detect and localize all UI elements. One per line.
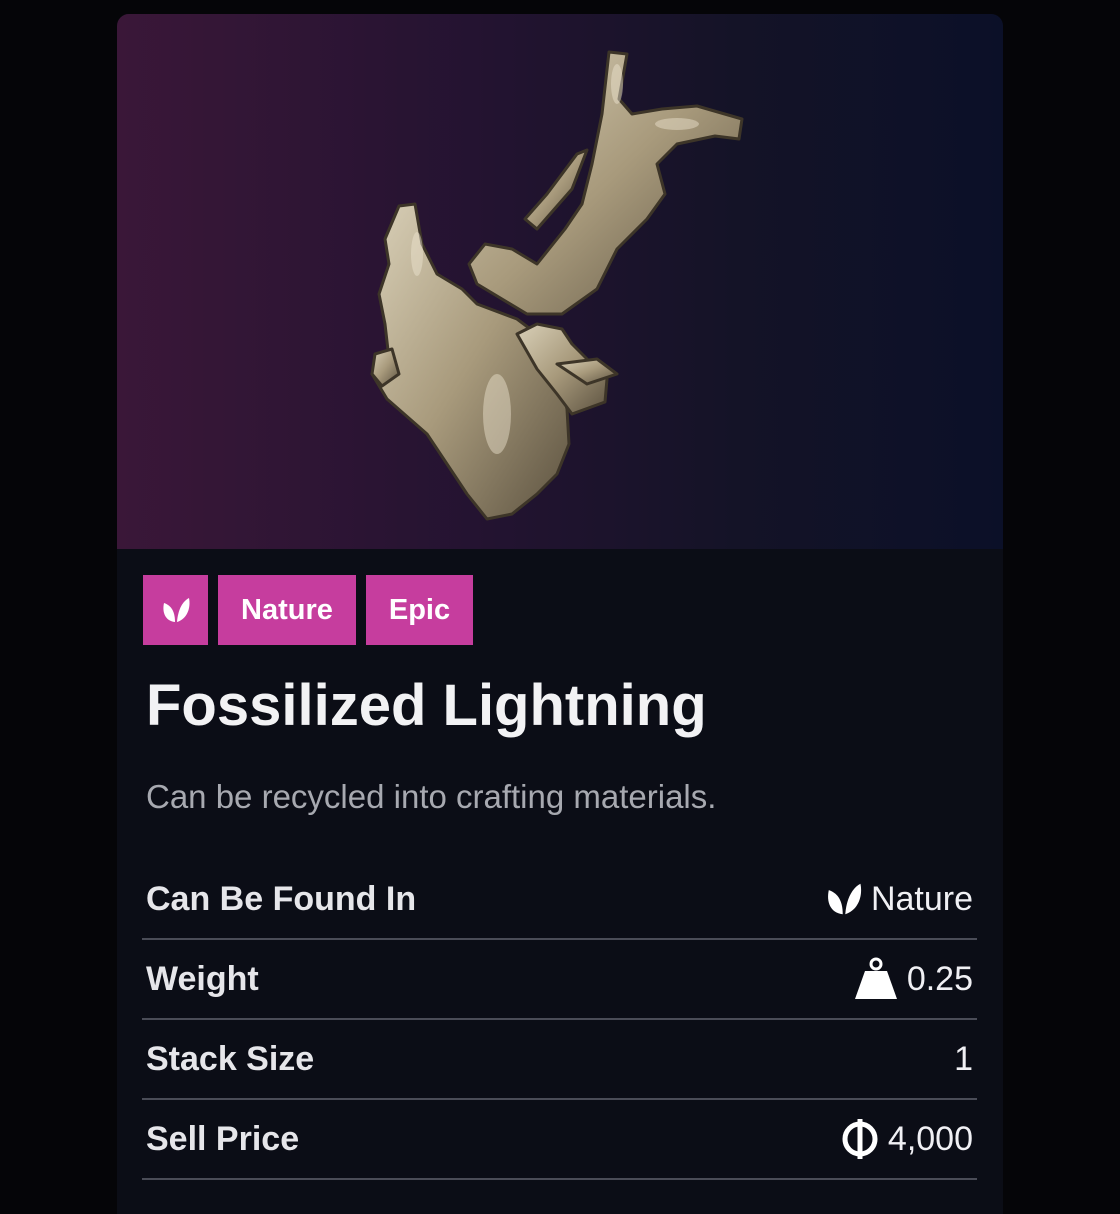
item-description: Can be recycled into crafting materials. <box>146 778 717 815</box>
fossilized-lightning-image <box>370 50 744 521</box>
stats-table: Can Be Found In Nature Weight 0.25 Stack… <box>142 860 977 1180</box>
stat-row-weight: Weight 0.25 <box>142 940 977 1020</box>
stat-label: Sell Price <box>146 1119 300 1158</box>
item-title: Fossilized Lightning <box>146 673 707 738</box>
item-hero <box>117 14 1003 549</box>
stat-row-stack-size: Stack Size 1 <box>142 1020 977 1100</box>
leaf-icon <box>827 883 862 915</box>
stat-label: Can Be Found In <box>146 879 417 918</box>
found-in-value: Nature <box>870 879 973 918</box>
item-card: Nature Epic Fossilized Lightning Can be … <box>117 14 1003 1214</box>
weight-icon <box>854 957 897 999</box>
stat-value: 0.25 <box>853 957 973 1001</box>
stack-size-value: 1 <box>954 1039 973 1078</box>
tag-list: Nature Epic <box>143 575 474 645</box>
type-tag[interactable] <box>143 575 208 645</box>
stat-value: 4,000 <box>840 1119 973 1159</box>
stat-row-found-in: Can Be Found In Nature <box>142 860 977 940</box>
category-tag[interactable]: Nature <box>218 575 356 645</box>
stat-label: Weight <box>146 959 259 998</box>
coin-icon <box>842 1119 878 1159</box>
weight-value: 0.25 <box>906 959 973 998</box>
rarity-tag[interactable]: Epic <box>365 575 474 645</box>
stat-row-sell-price: Sell Price 4,000 <box>142 1100 977 1180</box>
leaf-icon <box>162 598 189 622</box>
stat-value: Nature <box>825 880 973 919</box>
stat-label: Stack Size <box>146 1039 315 1078</box>
sell-price-value: 4,000 <box>887 1119 973 1158</box>
